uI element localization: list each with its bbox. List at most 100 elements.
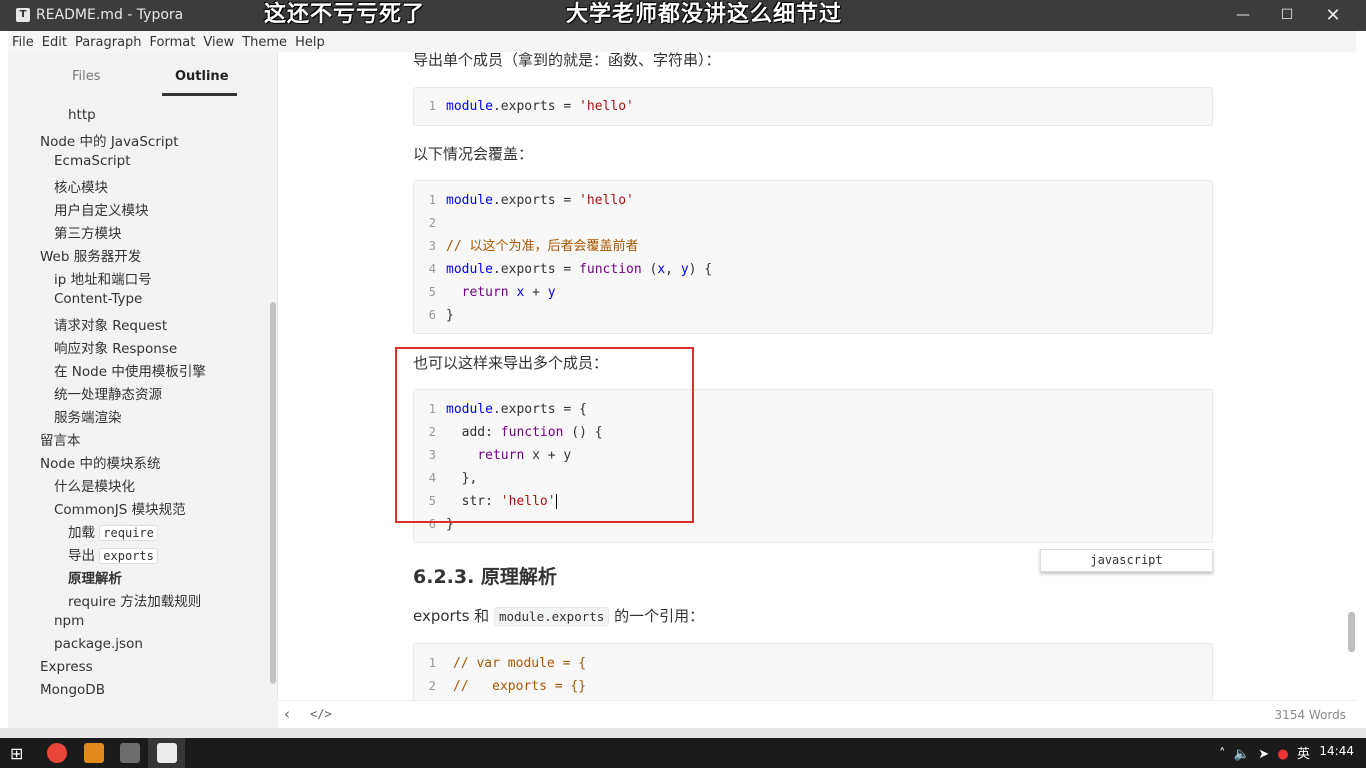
code-line: 6} [428,308,454,323]
outline-item-label: 核心模块 [54,180,108,196]
outline-item-label: 第三方模块 [54,226,122,242]
outline-item[interactable]: 原理解析 [68,567,122,587]
code-line: 3// 以这个为准，后者会覆盖前者 [428,239,639,254]
menu-view[interactable]: View [199,32,238,53]
outline-item[interactable]: http [68,107,96,123]
sidebar-scrollbar[interactable] [270,302,276,684]
outline-item[interactable]: Node 中的模块系统 [40,452,161,472]
outline-item-label: Web 服务器开发 [40,249,142,265]
menu-theme[interactable]: Theme [238,32,291,53]
outline-item[interactable]: 响应对象 Response [54,337,177,357]
outline-item[interactable]: 核心模块 [54,176,108,196]
tab-outline[interactable]: Outline [175,69,229,84]
sidebar-footer [8,700,278,728]
outline-item[interactable]: CommonJS 模块规范 [54,498,186,518]
outline-item-label: CommonJS 模块规范 [54,502,186,518]
toggle-sidebar-icon[interactable]: ‹ [284,705,290,723]
ime-indicator: 英 [1296,747,1310,762]
outline-item-label: 响应对象 Response [54,341,178,357]
editor-scrollbar[interactable] [1348,612,1355,652]
outline-item-code: exports [99,548,158,564]
code-line: 2// exports = {} [428,679,587,694]
code-line: 1// var module = { [428,656,587,671]
tab-files[interactable]: Files [72,69,101,84]
system-tray[interactable]: ˄ 🔈 ➤ ● 英 [1219,743,1310,762]
taskbar: ⊞ ˄ 🔈 ➤ ● 英 14:44 [0,738,1366,768]
outline-item-label: Express [40,659,93,675]
outline-item[interactable]: 留言本 [40,429,81,449]
outline-item[interactable]: npm [54,613,84,629]
active-tab-indicator [162,93,237,96]
outline-item[interactable]: 统一处理静态资源 [54,383,162,403]
windows-start-icon[interactable]: ⊞ [10,744,23,763]
outline-item-label: ip 地址和端口号 [54,272,152,288]
status-icon: ● [1277,747,1289,762]
outline-item-label: Content-Type [54,291,143,307]
outline-item-label: 请求对象 Request [54,318,168,334]
menu-edit[interactable]: Edit [38,32,71,53]
outline-item[interactable]: 服务端渲染 [54,406,122,426]
code-language-selector[interactable]: javascript [1040,549,1213,572]
code-block[interactable]: 1// var module = { 2// exports = {} [413,643,1213,700]
sidebar: Files Outline http Node 中的 JavaScript Ecma… [8,52,278,700]
minimize-button[interactable]: — [1220,0,1266,31]
send-icon: ➤ [1258,747,1270,762]
outline-item[interactable]: Node 中的 JavaScript [40,130,179,150]
menu-format[interactable]: Format [146,32,200,53]
outline-item[interactable]: package.json [54,636,143,652]
outline-item[interactable]: 什么是模块化 [54,475,135,495]
outline-item-label: 导出 [68,548,95,564]
outline-item-label: http [68,107,96,123]
outline-item[interactable]: EcmaScript [54,153,131,169]
outline-item-label: EcmaScript [54,153,131,169]
typora-app-icon: T [16,8,30,22]
code-block[interactable]: 1 module.exports = 'hello' [413,87,1213,126]
menu-help[interactable]: Help [291,32,329,53]
outline-item[interactable]: 导出 exports [68,544,158,564]
outline-item-label: 服务端渲染 [54,410,122,426]
outline-item-label: 加载 [68,525,95,541]
outline-item[interactable]: require 方法加载规则 [68,590,201,610]
outline-item-label: 在 Node 中使用模板引擎 [54,364,206,380]
menu-paragraph[interactable]: Paragraph [71,32,146,53]
outline-item[interactable]: Express [40,659,93,675]
outline-item[interactable]: Content-Type [54,291,142,307]
outline-item-label: 用户自定义模块 [54,203,149,219]
outline-item-label: 统一处理静态资源 [54,387,162,403]
app-icon[interactable] [120,743,140,763]
outline-item-label: require 方法加载规则 [68,594,202,610]
line-number: 1 [428,99,436,113]
code-line: 1 module.exports = 'hello' [414,95,1212,118]
outline-item[interactable]: ip 地址和端口号 [54,268,152,288]
overlay-caption-left: 这还不亏亏死了 [264,2,426,27]
outline-item-label: 留言本 [40,433,81,449]
paragraph-override: 以下情况会覆盖： [413,145,534,163]
code-block[interactable]: 1 module.exports = 'hello' 2 3// 以这个为准，后者… [413,180,1213,334]
maximize-button[interactable]: ☐ [1264,0,1310,31]
outline-item-label: Node 中的 JavaScript [40,134,179,150]
sublime-text-icon[interactable] [84,743,104,763]
outline-item[interactable]: 第三方模块 [54,222,122,242]
active-task-highlight [148,738,185,768]
chrome-icon[interactable] [47,743,67,763]
clock[interactable]: 14:44 [1319,744,1354,758]
source-code-mode-icon[interactable]: </> [310,707,332,721]
close-button[interactable]: ✕ [1310,0,1356,31]
outline-item[interactable]: Web 服务器开发 [40,245,141,265]
outline-item-label: 什么是模块化 [54,479,135,495]
code-line: 1 module.exports = 'hello' [428,193,634,208]
red-annotation-box [395,347,694,523]
title-bar: T README.md - Typora 这还不亏亏死了 大学老师都没讲这么细节… [0,0,1366,31]
outline-item[interactable]: MongoDB [40,682,105,698]
outline-item[interactable]: 在 Node 中使用模板引擎 [54,360,206,380]
editor-area[interactable]: 导出单个成员（拿到的就是：函数、字符串）： 1 module.exports = … [278,52,1356,700]
chevron-up-icon: ˄ [1218,747,1226,762]
outline-item[interactable]: 请求对象 Request [54,314,167,334]
word-count[interactable]: 3154 Words [1275,708,1346,722]
outline-item-label: 原理解析 [68,571,122,587]
section-heading: 6.2.3. 原理解析 [413,566,557,588]
outline-item[interactable]: 加载 require [68,521,158,541]
outline-item[interactable]: 用户自定义模块 [54,199,149,219]
menu-file[interactable]: File [8,32,38,53]
paragraph-single-export: 导出单个成员（拿到的就是：函数、字符串）： [413,52,721,69]
